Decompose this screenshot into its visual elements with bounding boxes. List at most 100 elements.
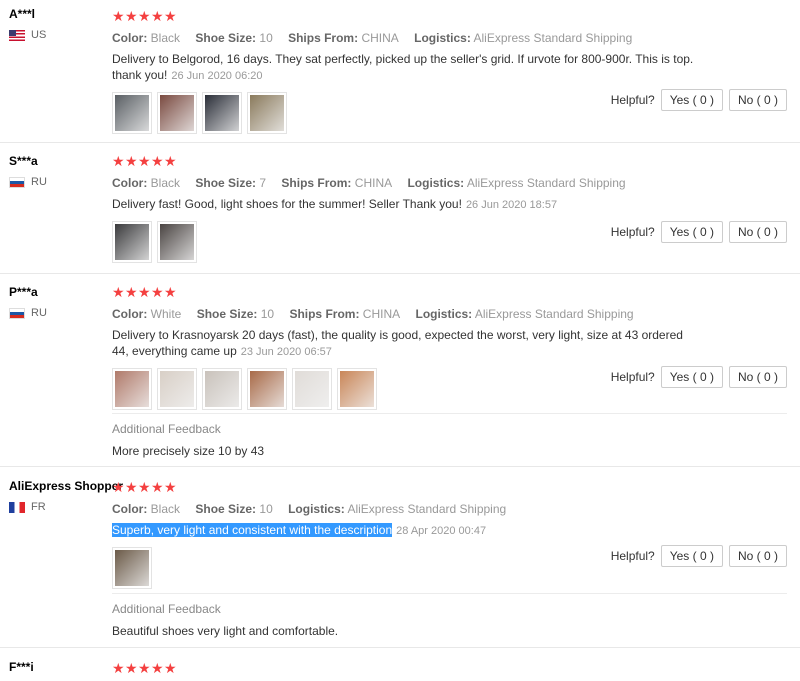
star-icon: ★ <box>151 660 164 676</box>
review-item: F***i ★ ★ ★ ★ ★ <box>0 648 800 681</box>
review-item: S***a RU ★ ★ ★ ★ ★ Color: Black Shoe Size: 7… <box>0 143 800 274</box>
review-photo[interactable] <box>202 92 242 134</box>
order-info: Color: Black Shoe Size: 7 Ships From: CH… <box>112 176 626 190</box>
review-text: Delivery fast! Good, light shoes for the… <box>112 197 558 211</box>
helpful-label: Helpful? <box>610 225 655 239</box>
star-icon: ★ <box>138 8 151 24</box>
reviewer-country: RU <box>31 176 47 188</box>
us-flag-icon <box>9 29 25 41</box>
order-info: Color: White Shoe Size: 10 Ships From: C… <box>112 307 634 321</box>
review-photo[interactable] <box>112 547 152 589</box>
star-icon: ★ <box>151 8 164 24</box>
star-icon: ★ <box>138 284 151 300</box>
reviewer-country: US <box>31 29 47 41</box>
star-icon: ★ <box>125 660 138 676</box>
star-icon: ★ <box>138 153 151 169</box>
helpful-yes-button[interactable]: Yes ( 0 ) <box>660 221 723 243</box>
reviewer-info: F***i <box>9 659 34 675</box>
helpful-controls: Helpful? Yes ( 0 ) No ( 0 ) <box>611 89 787 111</box>
reviewer-name: AliExpress Shopper <box>9 479 124 493</box>
review-photo[interactable] <box>157 368 197 410</box>
helpful-yes-button[interactable]: Yes ( 0 ) <box>660 366 723 388</box>
helpful-yes-button[interactable]: Yes ( 0 ) <box>660 89 723 111</box>
star-rating: ★ ★ ★ ★ ★ <box>112 479 712 495</box>
helpful-no-button[interactable]: No ( 0 ) <box>728 366 787 388</box>
star-rating: ★ ★ ★ ★ ★ <box>112 8 712 24</box>
reviewer-name: S***a <box>9 154 38 168</box>
helpful-label: Helpful? <box>610 370 655 384</box>
additional-feedback: Additional Feedback Beautiful shoes very… <box>112 593 787 638</box>
review-photo[interactable] <box>292 368 332 410</box>
reviewer-name: F***i <box>9 660 34 674</box>
additional-feedback-text: Beautiful shoes very light and comfortab… <box>112 624 339 638</box>
review-item: P***a RU ★ ★ ★ ★ ★ Color: White Shoe Size: 1… <box>0 274 800 467</box>
additional-feedback-label: Additional Feedback <box>112 602 221 616</box>
review-text: Delivery to Krasnoyarsk 20 days (fast), … <box>112 328 683 358</box>
star-icon: ★ <box>112 8 125 24</box>
review-photo[interactable] <box>337 368 377 410</box>
review-item: A***l US ★ ★ ★ ★ ★ Color: Black Shoe Size: 1… <box>0 0 800 143</box>
reviewer-info: S***a RU <box>9 153 47 189</box>
helpful-no-button[interactable]: No ( 0 ) <box>728 545 787 567</box>
helpful-no-button[interactable]: No ( 0 ) <box>728 221 787 243</box>
star-icon: ★ <box>112 479 125 495</box>
reviewer-country: FR <box>31 501 46 513</box>
review-photo[interactable] <box>247 368 287 410</box>
review-photo[interactable] <box>157 92 197 134</box>
review-photo[interactable] <box>112 368 152 410</box>
size-value: 10 <box>259 31 273 45</box>
star-icon: ★ <box>164 8 177 24</box>
reviewer-name: P***a <box>9 285 38 299</box>
review-date: 26 Jun 2020 06:20 <box>171 70 263 82</box>
review-photo[interactable] <box>247 92 287 134</box>
star-rating: ★ ★ ★ ★ ★ <box>112 153 712 169</box>
reviewer-info: A***l US <box>9 6 46 42</box>
helpful-label: Helpful? <box>610 93 655 107</box>
review-photo[interactable] <box>112 221 152 263</box>
review-photo[interactable] <box>157 221 197 263</box>
color-value: Black <box>150 31 181 45</box>
review-date: 28 Apr 2020 00:47 <box>396 525 487 537</box>
star-icon: ★ <box>164 284 177 300</box>
star-icon: ★ <box>125 153 138 169</box>
review-photo[interactable] <box>202 368 242 410</box>
star-icon: ★ <box>112 660 125 676</box>
selected-text: Superb, very light and consistent with t… <box>112 523 393 537</box>
star-rating: ★ ★ ★ ★ ★ <box>112 660 712 676</box>
star-icon: ★ <box>151 479 164 495</box>
additional-feedback-text: More precisely size 10 by 43 <box>112 444 265 458</box>
star-icon: ★ <box>112 153 125 169</box>
star-icon: ★ <box>151 153 164 169</box>
reviewer-info: AliExpress Shopper FR <box>9 478 123 514</box>
helpful-no-button[interactable]: No ( 0 ) <box>728 89 787 111</box>
order-info: Color: Black Shoe Size: 10 Ships From: C… <box>112 31 633 45</box>
reviewer-name: A***l <box>9 7 36 21</box>
star-icon: ★ <box>164 479 177 495</box>
additional-feedback-label: Additional Feedback <box>112 422 221 436</box>
reviewer-info: P***a RU <box>9 284 47 320</box>
ships-from-value: CHINA <box>361 31 399 45</box>
star-icon: ★ <box>138 660 151 676</box>
star-icon: ★ <box>125 479 138 495</box>
reviewer-country: RU <box>31 307 47 319</box>
helpful-yes-button[interactable]: Yes ( 0 ) <box>660 545 723 567</box>
ru-flag-icon <box>9 176 25 188</box>
review-item: AliExpress Shopper FR ★ ★ ★ ★ ★ Color: Black… <box>0 467 800 648</box>
review-date: 23 Jun 2020 06:57 <box>240 346 332 358</box>
review-text: Delivery to Belgorod, 16 days. They sat … <box>112 52 694 82</box>
star-icon: ★ <box>151 284 164 300</box>
star-rating: ★ ★ ★ ★ ★ <box>112 284 712 300</box>
helpful-controls: Helpful? Yes ( 0 ) No ( 0 ) <box>611 545 787 567</box>
star-icon: ★ <box>164 153 177 169</box>
star-icon: ★ <box>164 660 177 676</box>
review-photo[interactable] <box>112 92 152 134</box>
review-date: 26 Jun 2020 18:57 <box>465 199 558 211</box>
star-icon: ★ <box>138 479 151 495</box>
additional-feedback: Additional Feedback More precisely size … <box>112 413 787 458</box>
logistics-value: AliExpress Standard Shipping <box>473 31 633 45</box>
helpful-controls: Helpful? Yes ( 0 ) No ( 0 ) <box>611 221 787 243</box>
order-info: Color: Black Shoe Size: 10 Logistics: Al… <box>112 502 507 516</box>
helpful-controls: Helpful? Yes ( 0 ) No ( 0 ) <box>611 366 787 388</box>
star-icon: ★ <box>112 284 125 300</box>
ru-flag-icon <box>9 307 25 319</box>
